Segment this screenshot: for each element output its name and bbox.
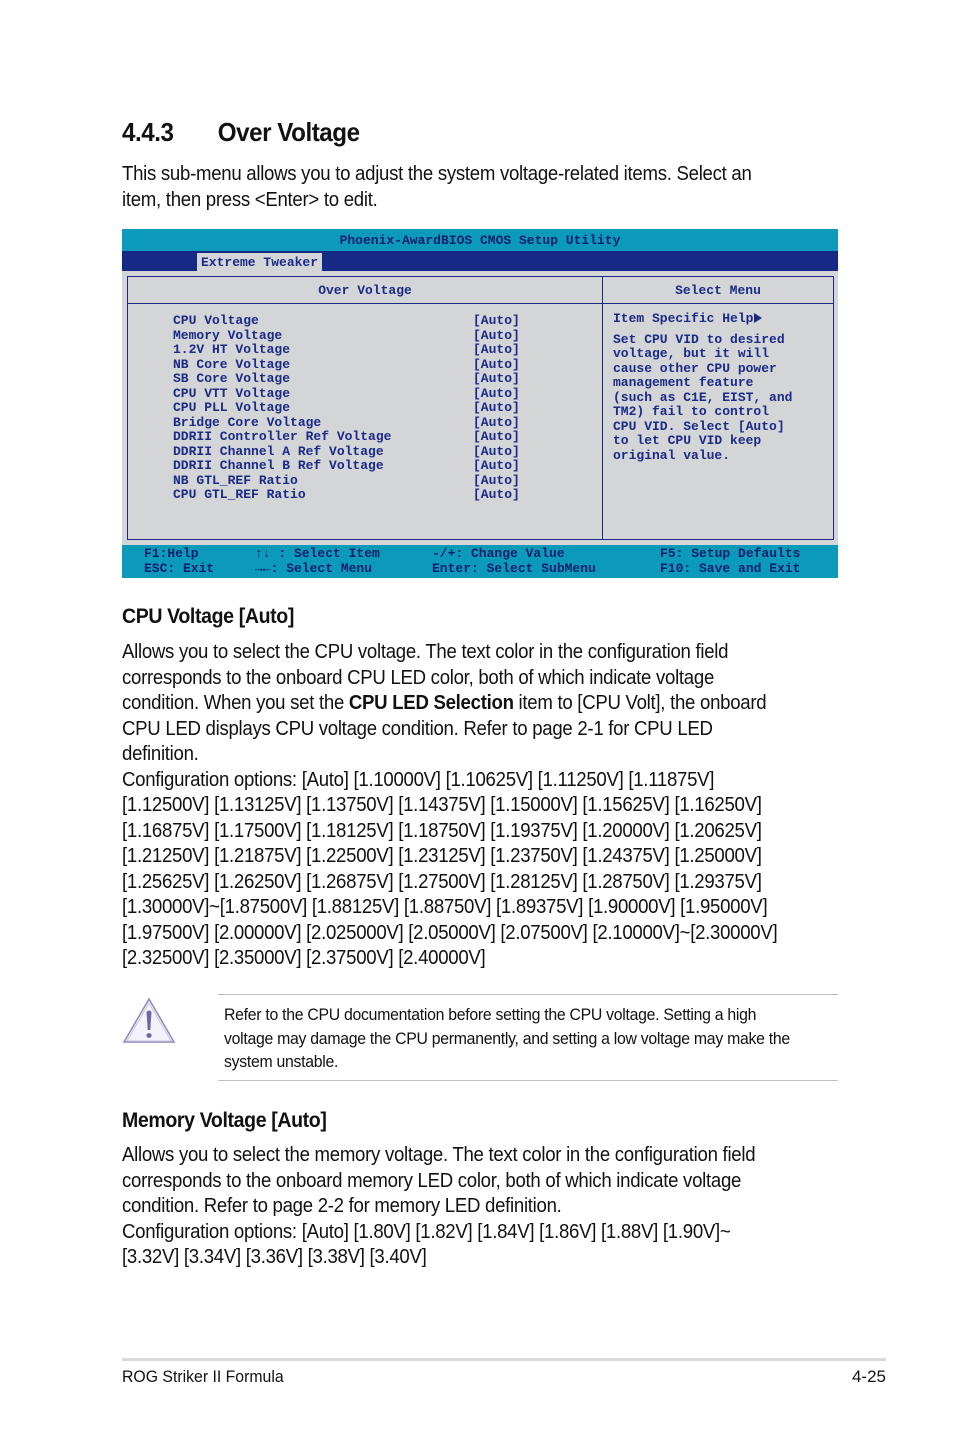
key-legend-change-value: -/+: Change Value Enter: Select SubMenu [432, 546, 596, 576]
bios-item-value[interactable]: [Auto] [473, 458, 520, 473]
help-body: Set CPU VID to desired voltage, but it w… [613, 331, 793, 463]
memory-voltage-heading: Memory Voltage [Auto] [122, 1109, 327, 1132]
bios-item[interactable]: CPU GTL_REF Ratio [Auto] [173, 487, 520, 503]
bios-item-label: 1.2V HT Voltage [173, 342, 291, 357]
section-number: 4.4.3 [122, 117, 174, 147]
section-intro: This sub-menu allows you to adjust the s… [122, 163, 752, 211]
bios-item[interactable]: CPU PLL Voltage [Auto] [173, 400, 520, 416]
bios-item-value[interactable]: [Auto] [473, 429, 520, 444]
bios-menu-bar: Extreme Tweaker [122, 251, 838, 271]
note-text: Refer to the CPU documentation before se… [224, 1005, 790, 1071]
bios-item-value[interactable]: [Auto] [473, 371, 520, 386]
item-specific-help: Item Specific Help Set CPU VID to desire… [613, 311, 828, 463]
memory-voltage-desc-text: Allows you to select the memory voltage.… [122, 1144, 756, 1217]
bios-item-label: DDRII Controller Ref Voltage [173, 429, 392, 444]
tab-extreme-tweaker[interactable]: Extreme Tweaker [197, 253, 323, 271]
bios-item-value[interactable]: [Auto] [473, 386, 520, 401]
memory-voltage-options: Configuration options: [Auto] [1.80V] [1… [122, 1220, 731, 1269]
bios-item-value[interactable]: [Auto] [473, 415, 520, 430]
bios-item-value[interactable]: [Auto] [473, 444, 520, 459]
bios-item-value[interactable]: [Auto] [473, 473, 520, 488]
section-title: Over Voltage [217, 117, 360, 147]
note-bottom-rule [218, 1080, 838, 1081]
bios-item-value[interactable]: [Auto] [473, 357, 520, 372]
bios-item-label: Bridge Core Voltage [173, 414, 322, 430]
bios-item-value[interactable]: [Auto] [473, 400, 520, 415]
memory-voltage-description: Allows you to select the memory voltage.… [122, 1143, 792, 1271]
bios-help-panel: Select Menu Item Specific Help Set CPU V… [603, 276, 834, 540]
help-title: Item Specific Help [613, 311, 754, 326]
warning-icon [122, 997, 176, 1043]
cpu-led-selection-term: CPU LED Selection [348, 692, 514, 714]
bios-item[interactable]: 1.2V HT Voltage [Auto] [173, 342, 520, 358]
cpu-voltage-description: Allows you to select the CPU voltage. Th… [122, 640, 792, 972]
bios-settings-panel: Over Voltage CPU Voltage [Auto] Memory Vo… [127, 276, 603, 540]
section-heading: 4.4.3 Over Voltage [122, 117, 360, 148]
bios-item-label: CPU Voltage [173, 313, 259, 328]
bios-item-label: CPU VTT Voltage [173, 385, 291, 401]
key-legend-defaults-save: F5: Setup Defaults F10: Save and Exit [660, 546, 801, 576]
footer-rule [122, 1358, 886, 1361]
product-name: ROG Striker II Formula [122, 1367, 284, 1386]
bios-item[interactable]: Bridge Core Voltage [Auto] [173, 414, 520, 431]
bios-item-value[interactable]: [Auto] [473, 328, 520, 343]
bios-item[interactable]: DDRII Channel B Ref Voltage [Auto] [173, 458, 520, 474]
bios-item[interactable]: CPU VTT Voltage [Auto] [173, 385, 520, 402]
bios-item[interactable]: DDRII Controller Ref Voltage [Auto] [173, 429, 520, 445]
bios-item-label: DDRII Channel B Ref Voltage [173, 458, 384, 473]
bios-item-list: CPU Voltage [Auto] Memory Voltage [Auto] 1… [173, 313, 520, 503]
page-number: 4-25 [851, 1367, 886, 1386]
bios-item-label: DDRII Channel A Ref Voltage [173, 443, 384, 459]
key-legend-help-exit: F1:Help ESC: Exit [144, 546, 215, 576]
bios-item-label: NB GTL_REF Ratio [173, 472, 298, 488]
bios-item-label: SB Core Voltage [173, 371, 291, 386]
bios-item-label: CPU GTL_REF Ratio [173, 487, 306, 502]
help-title-row: Item Specific Help [613, 311, 828, 327]
panel-title-select-menu: Select Menu [603, 277, 833, 304]
note-top-rule [218, 994, 838, 995]
bios-item[interactable]: Memory Voltage [Auto] [173, 327, 520, 344]
bios-item-label: CPU PLL Voltage [173, 400, 291, 415]
bios-screenshot: Phoenix-AwardBIOS CMOS Setup Utility Ext… [122, 229, 838, 578]
cpu-voltage-heading: CPU Voltage [Auto] [122, 605, 294, 628]
cpu-voltage-options: Configuration options: [Auto] [1.10000V]… [122, 768, 778, 970]
bios-key-legend: F1:Help ESC: Exit ↑↓ : Select Item →←: S… [122, 545, 838, 578]
bios-title-bar: Phoenix-AwardBIOS CMOS Setup Utility [122, 229, 838, 251]
bios-item-value[interactable]: [Auto] [473, 487, 520, 502]
bios-item[interactable]: DDRII Channel A Ref Voltage [Auto] [173, 443, 520, 460]
right-triangle-icon [754, 313, 763, 323]
bios-item[interactable]: CPU Voltage [Auto] [173, 313, 520, 329]
key-legend-navigation: ↑↓ : Select Item →←: Select Menu [255, 546, 380, 576]
bios-item[interactable]: NB Core Voltage [Auto] [173, 356, 520, 373]
bios-item[interactable]: NB GTL_REF Ratio [Auto] [173, 472, 520, 489]
bios-item[interactable]: SB Core Voltage [Auto] [173, 371, 520, 387]
bios-item-label: Memory Voltage [173, 327, 283, 343]
bios-item-value[interactable]: [Auto] [473, 313, 520, 328]
bios-item-label: NB Core Voltage [173, 356, 291, 372]
panel-title-over-voltage: Over Voltage [128, 277, 602, 304]
bios-item-value[interactable]: [Auto] [473, 342, 520, 357]
